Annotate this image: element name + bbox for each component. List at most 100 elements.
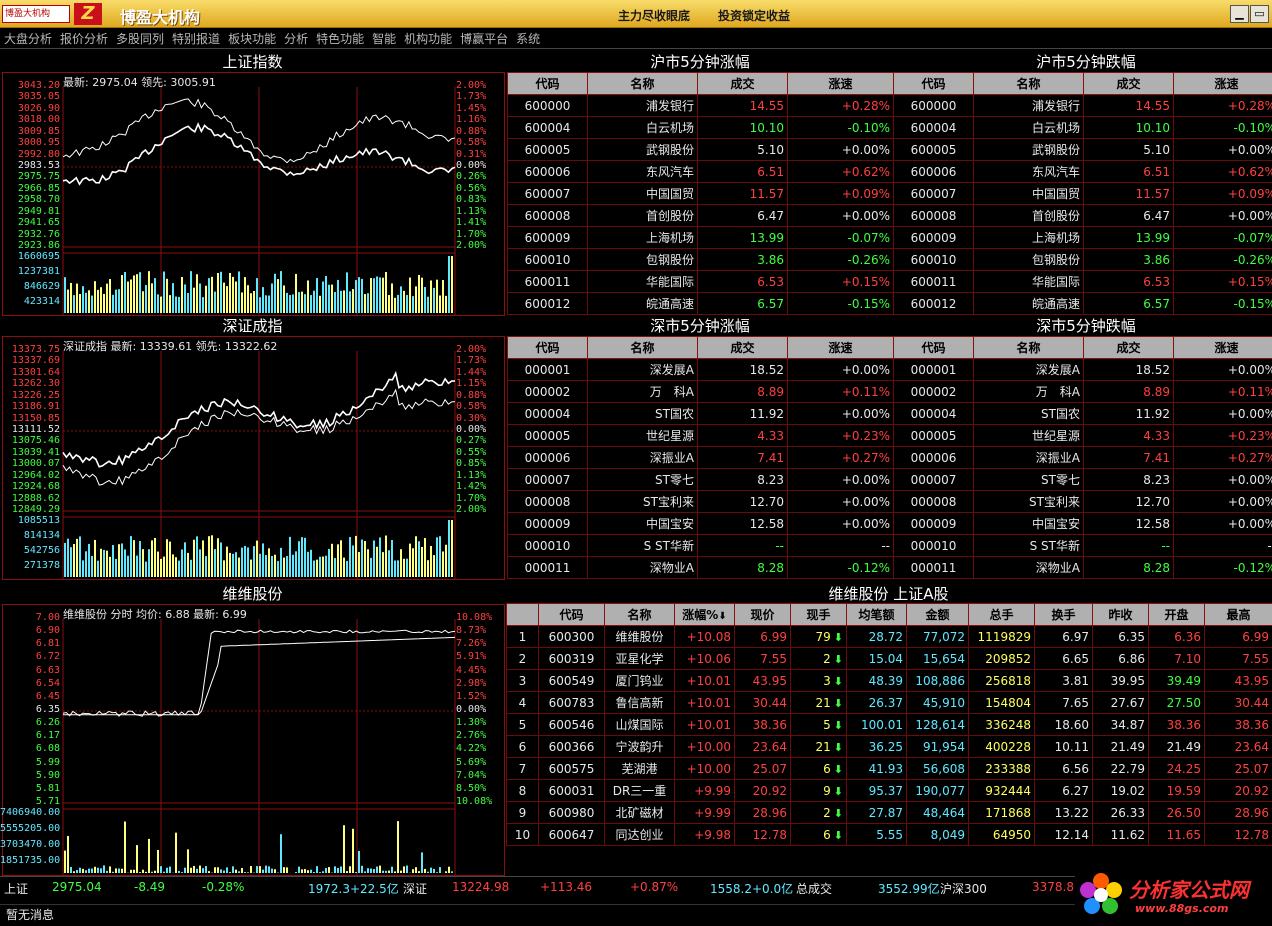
quotes-row[interactable]: 3 600549 厦门钨业 +10.01 43.95 3 ⬇ 48.39 108,886 2568… xyxy=(506,669,1272,692)
stock-name: 华能国际 xyxy=(973,270,1084,293)
table-row[interactable]: 000005 世纪星源 4.33 +0.23% xyxy=(893,424,1272,447)
table-row[interactable]: 000007 ST零七 8.23 +0.00% xyxy=(507,468,894,491)
quotes-column-header[interactable] xyxy=(506,603,539,626)
column-header[interactable]: 代码 xyxy=(507,336,588,359)
column-header[interactable]: 涨速 xyxy=(1173,72,1272,95)
volume-axis-label: 846629 xyxy=(23,281,60,292)
table-row[interactable]: 600012 皖通高速 6.57 -0.15% xyxy=(893,292,1272,315)
minimize-button[interactable]: ▁ xyxy=(1230,5,1249,23)
status-hs300-name[interactable]: 沪深300 xyxy=(940,880,987,897)
table-row[interactable]: 000010S ST华新---- xyxy=(507,534,894,557)
table-row[interactable]: 600012 皖通高速 6.57 -0.15% xyxy=(507,292,894,315)
table-row[interactable]: 600007 中国国贸 11.57 +0.09% xyxy=(893,182,1272,205)
menu-item[interactable]: 分析 xyxy=(284,29,308,49)
quotes-column-header[interactable]: 名称 xyxy=(604,603,675,626)
quotes-column-header[interactable]: 均笔额 xyxy=(846,603,907,626)
table-row[interactable]: 000010S ST华新---- xyxy=(893,534,1272,557)
table-row[interactable]: 000009 中国宝安 12.58 +0.00% xyxy=(507,512,894,535)
table-row[interactable]: 600000 浦发银行 14.55 +0.28% xyxy=(507,94,894,117)
menu-item[interactable]: 机构功能 xyxy=(404,29,452,49)
quotes-row[interactable]: 2 600319 亚星化学 +10.06 7.55 2 ⬇ 15.04 15,654 209852… xyxy=(506,647,1272,670)
column-header[interactable]: 涨速 xyxy=(787,336,894,359)
column-header[interactable]: 名称 xyxy=(587,72,698,95)
menu-item[interactable]: 博赢平台 xyxy=(460,29,508,49)
table-row[interactable]: 000004 ST国农 11.92 +0.00% xyxy=(507,402,894,425)
quotes-column-header[interactable]: 现手 xyxy=(790,603,847,626)
menu-item[interactable]: 报价分析 xyxy=(60,29,108,49)
intraday-chart[interactable]: 最新: 2975.04 领先: 3005.91 xyxy=(2,72,505,316)
column-header[interactable]: 名称 xyxy=(587,336,698,359)
menu-item[interactable]: 板块功能 xyxy=(228,29,276,49)
quotes-row[interactable]: 8 600031 DR三一重 +9.99 20.92 9 ⬇ 95.37 190,077 9324… xyxy=(506,779,1272,802)
menu-item[interactable]: 特别报道 xyxy=(172,29,220,49)
table-row[interactable]: 000008 ST宝利来 12.70 +0.00% xyxy=(893,490,1272,513)
quotes-column-header[interactable]: 开盘 xyxy=(1148,603,1205,626)
table-row[interactable]: 000002 万 科A 8.89 +0.11% xyxy=(893,380,1272,403)
quotes-row[interactable]: 5 600546 山煤国际 +10.01 38.36 5 ⬇ 100.01 128,614 336… xyxy=(506,713,1272,736)
column-header[interactable]: 涨速 xyxy=(787,72,894,95)
table-row[interactable]: 600007 中国国贸 11.57 +0.09% xyxy=(507,182,894,205)
table-row[interactable]: 600006 东风汽车 6.51 +0.62% xyxy=(507,160,894,183)
column-header[interactable]: 涨速 xyxy=(1173,336,1272,359)
table-row[interactable]: 600009 上海机场 13.99 -0.07% xyxy=(893,226,1272,249)
table-row[interactable]: 000009 中国宝安 12.58 +0.00% xyxy=(893,512,1272,535)
table-row[interactable]: 600005 武钢股份 5.10 +0.00% xyxy=(893,138,1272,161)
column-header[interactable]: 成交 xyxy=(1083,336,1174,359)
column-header[interactable]: 成交 xyxy=(1083,72,1174,95)
table-row[interactable]: 600010 包钢股份 3.86 -0.26% xyxy=(893,248,1272,271)
quotes-column-header[interactable]: 换手 xyxy=(1034,603,1093,626)
table-row[interactable]: 000008 ST宝利来 12.70 +0.00% xyxy=(507,490,894,513)
menu-item[interactable]: 智能 xyxy=(372,29,396,49)
table-row[interactable]: 000011 深物业A 8.28 -0.12% xyxy=(893,556,1272,579)
table-row[interactable]: 000001 深发展A 18.52 +0.00% xyxy=(507,358,894,381)
quotes-row[interactable]: 7 600575 芜湖港 +10.00 25.07 6 ⬇ 41.93 56,608 233388… xyxy=(506,757,1272,780)
table-row[interactable]: 000007 ST零七 8.23 +0.00% xyxy=(893,468,1272,491)
menu-item[interactable]: 多股同列 xyxy=(116,29,164,49)
table-row[interactable]: 000011 深物业A 8.28 -0.12% xyxy=(507,556,894,579)
status-sz-name[interactable]: 深证 xyxy=(403,880,427,897)
table-row[interactable]: 000001 深发展A 18.52 +0.00% xyxy=(893,358,1272,381)
table-row[interactable]: 000005 世纪星源 4.33 +0.23% xyxy=(507,424,894,447)
table-row[interactable]: 600004 白云机场 10.10 -0.10% xyxy=(893,116,1272,139)
column-header[interactable]: 成交 xyxy=(697,72,788,95)
quotes-column-header[interactable]: 代码 xyxy=(538,603,605,626)
table-row[interactable]: 000002 万 科A 8.89 +0.11% xyxy=(507,380,894,403)
quotes-column-header[interactable]: 总手 xyxy=(968,603,1035,626)
quotes-row[interactable]: 4 600783 鲁信高新 +10.01 30.44 21 ⬇ 26.37 45,910 1548… xyxy=(506,691,1272,714)
table-row[interactable]: 600011 华能国际 6.53 +0.15% xyxy=(507,270,894,293)
column-header[interactable]: 代码 xyxy=(893,72,974,95)
table-row[interactable]: 600005 武钢股份 5.10 +0.00% xyxy=(507,138,894,161)
menu-item[interactable]: 特色功能 xyxy=(316,29,364,49)
table-row[interactable]: 000006 深振业A 7.41 +0.27% xyxy=(507,446,894,469)
intraday-chart[interactable]: 深证成指 最新: 13339.61 领先: 13322.62 xyxy=(2,336,505,580)
table-row[interactable]: 600008 首创股份 6.47 +0.00% xyxy=(507,204,894,227)
table-row[interactable]: 600010 包钢股份 3.86 -0.26% xyxy=(507,248,894,271)
maximize-button[interactable]: ▭ xyxy=(1250,5,1269,23)
menu-item[interactable]: 大盘分析 xyxy=(4,29,52,49)
column-header[interactable]: 代码 xyxy=(893,336,974,359)
menu-item[interactable]: 系统 xyxy=(516,29,540,49)
table-row[interactable]: 600009 上海机场 13.99 -0.07% xyxy=(507,226,894,249)
column-header[interactable]: 名称 xyxy=(973,336,1084,359)
quotes-row[interactable]: 10 600647 同达创业 +9.98 12.78 6 ⬇ 5.55 8,049 64950 12… xyxy=(506,823,1272,846)
quotes-column-header[interactable]: 现价 xyxy=(734,603,791,626)
quotes-column-header[interactable]: 最高 xyxy=(1204,603,1272,626)
table-row[interactable]: 600004 白云机场 10.10 -0.10% xyxy=(507,116,894,139)
quotes-column-header[interactable]: 涨幅%⬇ xyxy=(674,603,735,626)
quotes-column-header[interactable]: 金额 xyxy=(906,603,969,626)
status-sh-name[interactable]: 上证 xyxy=(4,880,28,897)
table-row[interactable]: 600000 浦发银行 14.55 +0.28% xyxy=(893,94,1272,117)
column-header[interactable]: 代码 xyxy=(507,72,588,95)
table-row[interactable]: 600011 华能国际 6.53 +0.15% xyxy=(893,270,1272,293)
table-row[interactable]: 000004 ST国农 11.92 +0.00% xyxy=(893,402,1272,425)
column-header[interactable]: 成交 xyxy=(697,336,788,359)
table-row[interactable]: 000006 深振业A 7.41 +0.27% xyxy=(893,446,1272,469)
intraday-chart[interactable]: 维维股份 分时 均价: 6.88 最新: 6.99 xyxy=(2,604,505,876)
table-row[interactable]: 600006 东风汽车 6.51 +0.62% xyxy=(893,160,1272,183)
quotes-row[interactable]: 1 600300 维维股份 +10.08 6.99 79 ⬇ 28.72 77,072 11198… xyxy=(506,625,1272,648)
quotes-column-header[interactable]: 昨收 xyxy=(1092,603,1149,626)
quotes-row[interactable]: 9 600980 北矿磁材 +9.99 28.96 2 ⬇ 27.87 48,464 171868… xyxy=(506,801,1272,824)
quotes-row[interactable]: 6 600366 宁波韵升 +10.00 23.64 21 ⬇ 36.25 91,954 4002… xyxy=(506,735,1272,758)
table-row[interactable]: 600008 首创股份 6.47 +0.00% xyxy=(893,204,1272,227)
column-header[interactable]: 名称 xyxy=(973,72,1084,95)
